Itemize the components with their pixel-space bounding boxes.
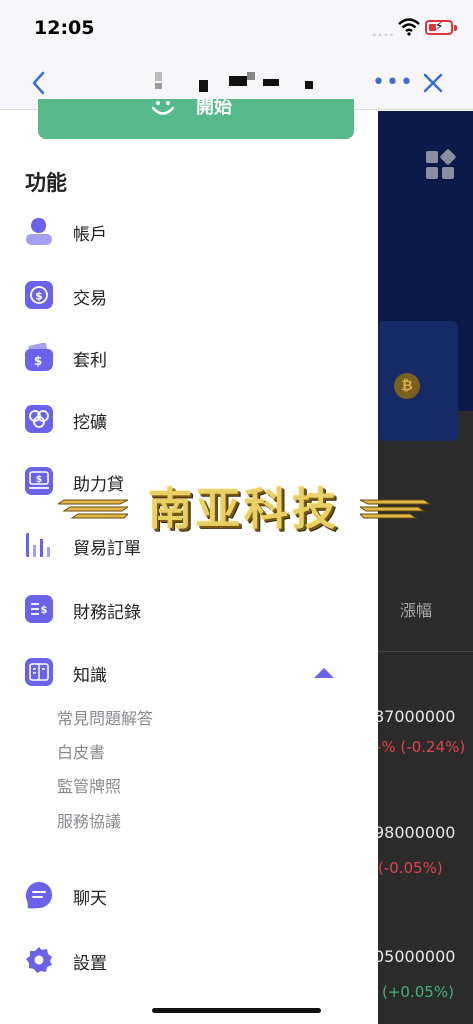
menu-item-trade[interactable]: $ 交易 bbox=[0, 277, 378, 317]
price-value: 87000000 bbox=[378, 707, 456, 726]
submenu-item-whitepaper[interactable]: 白皮書 bbox=[57, 739, 105, 763]
svg-text:$: $ bbox=[34, 354, 42, 368]
mining-icon bbox=[25, 405, 53, 433]
status-time: 12:05 bbox=[34, 17, 95, 39]
grid-menu-icon bbox=[426, 148, 457, 181]
menu-item-label: 聊天 bbox=[73, 889, 107, 909]
menu-item-finance-records[interactable]: $ 財務記錄 bbox=[0, 591, 378, 631]
chevron-left-icon[interactable] bbox=[28, 70, 50, 96]
side-drawer: 開始 功能 帳戶 $ 交易 $ 套利 挖礦 $ 助力貸 貿易訂單 $ 財務記錄 … bbox=[0, 97, 378, 1024]
change-value: (-0.05%) bbox=[378, 859, 443, 877]
bar-chart-icon bbox=[26, 533, 50, 557]
menu-item-chat[interactable]: 聊天 bbox=[0, 877, 378, 917]
submenu-item-faq[interactable]: 常見問題解答 bbox=[57, 705, 153, 729]
change-value: -% (-0.24%) bbox=[378, 738, 466, 756]
menu-item-label: 知識 bbox=[73, 666, 107, 686]
column-header-change: 漲幅 bbox=[400, 601, 433, 620]
price-value: 98000000 bbox=[378, 823, 456, 842]
background-page-overlay[interactable]: ₿ 漲幅 87000000 -% (-0.24%) 98000000 (-0.0… bbox=[378, 111, 473, 1024]
price-value: 05000000 bbox=[378, 947, 456, 966]
book-icon bbox=[25, 658, 53, 686]
wifi-icon bbox=[398, 18, 420, 36]
page-title-redacted bbox=[155, 72, 325, 92]
user-icon bbox=[26, 218, 52, 245]
svg-text:$: $ bbox=[41, 605, 48, 616]
menu-item-label: 交易 bbox=[73, 289, 107, 309]
signal-icon: •••• bbox=[372, 31, 395, 40]
submenu-item-license[interactable]: 監管牌照 bbox=[57, 773, 121, 797]
battery-nub bbox=[454, 25, 457, 31]
divider bbox=[378, 651, 473, 652]
menu-item-knowledge[interactable]: 知識 bbox=[0, 654, 378, 694]
face-scan-icon bbox=[151, 101, 175, 115]
close-icon[interactable] bbox=[420, 70, 446, 96]
submenu-item-service-agreement[interactable]: 服務協議 bbox=[57, 808, 121, 832]
svg-text:$: $ bbox=[35, 290, 43, 303]
more-options-button[interactable]: ••• bbox=[372, 70, 414, 95]
menu-item-account[interactable]: 帳戶 bbox=[0, 213, 378, 253]
left-wing-graphic bbox=[58, 499, 128, 519]
menu-item-label: 帳戶 bbox=[73, 225, 107, 245]
menu-item-settings[interactable]: 設置 bbox=[0, 942, 378, 982]
menu-item-label: 挖礦 bbox=[73, 413, 107, 433]
home-indicator[interactable] bbox=[152, 1008, 321, 1013]
battery-icon: ⚡ bbox=[425, 19, 453, 35]
menu-item-label: 財務記錄 bbox=[73, 603, 141, 623]
menu-item-mining[interactable]: 挖礦 bbox=[0, 401, 378, 441]
menu-item-arbitrage[interactable]: $ 套利 bbox=[0, 339, 378, 379]
menu-item-label: 設置 bbox=[73, 954, 107, 974]
loan-icon: $ bbox=[25, 467, 53, 495]
change-value: (+0.05%) bbox=[382, 983, 454, 1001]
status-bar: 12:05 •••• ⚡ bbox=[0, 0, 473, 56]
section-title: 功能 bbox=[25, 171, 67, 195]
chevron-up-icon[interactable] bbox=[314, 668, 334, 678]
menu-item-label: 套利 bbox=[73, 351, 107, 371]
watermark-logo: 南亚科技 bbox=[58, 480, 430, 540]
svg-text:$: $ bbox=[36, 475, 42, 485]
chat-icon bbox=[25, 882, 52, 909]
start-button-label: 開始 bbox=[196, 97, 232, 118]
bitcoin-icon: ₿ bbox=[394, 373, 420, 399]
wallet-icon: $ bbox=[25, 343, 53, 371]
watermark-text: 南亚科技 bbox=[148, 484, 340, 535]
right-wing-graphic bbox=[360, 499, 430, 519]
exchange-icon: $ bbox=[25, 281, 53, 309]
settings-icon bbox=[26, 947, 52, 973]
start-button[interactable]: 開始 bbox=[38, 97, 354, 139]
finance-record-icon: $ bbox=[25, 595, 53, 623]
